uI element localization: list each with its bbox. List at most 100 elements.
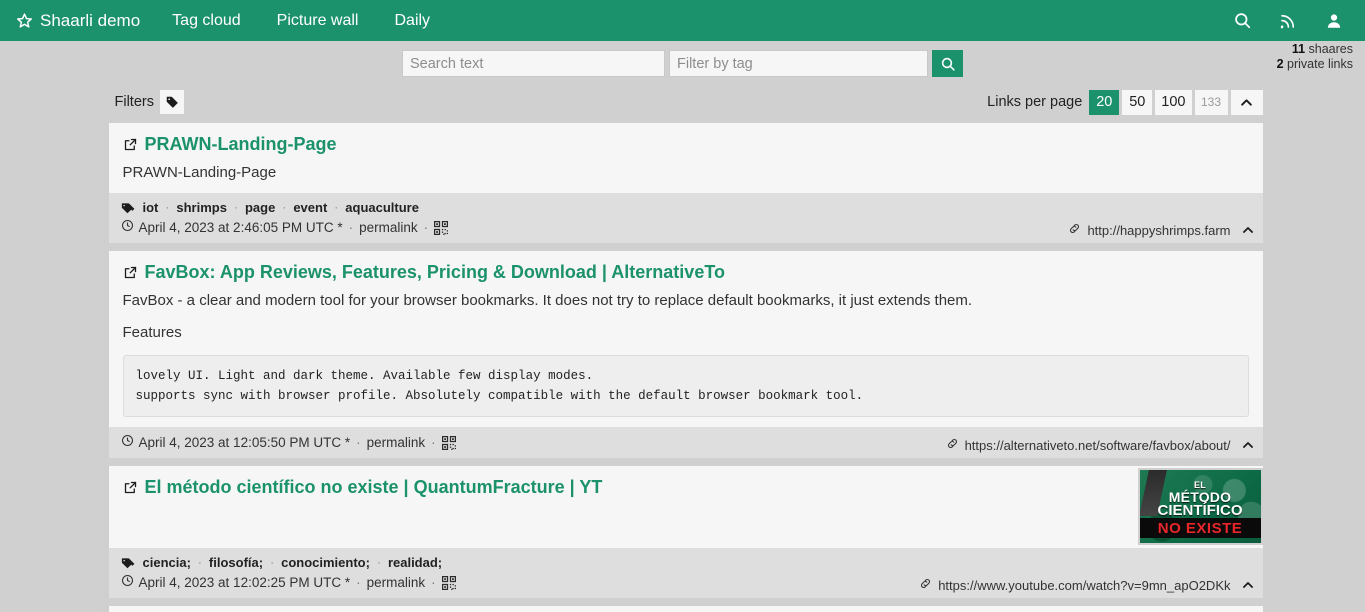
tag-separator: ·: [275, 198, 293, 217]
search-submit-button[interactable]: [932, 50, 963, 77]
nav-daily[interactable]: Daily: [376, 0, 448, 41]
brand-label: Shaarli demo: [40, 11, 140, 31]
link-url[interactable]: https://www.youtube.com/watch?v=9mn_apO2…: [938, 578, 1230, 593]
link-tags: iot · shrimps · page · event · aquacultu…: [121, 198, 1253, 217]
thumbnail-line3: CIENTÍFICO: [1140, 502, 1261, 519]
link-thumbnail[interactable]: EL MÉTODO CIENTÍFICO NO EXISTE: [1138, 468, 1263, 545]
link-title[interactable]: FavBox: App Reviews, Features, Pricing &…: [123, 261, 1249, 285]
link-title[interactable]: El método científico no existe | Quantum…: [123, 476, 1249, 500]
filters-group: Filters: [115, 90, 184, 114]
link-title-text: El método científico no existe | Quantum…: [145, 476, 603, 498]
link-entry: PRAWN-Landing-Page PRAWN-Landing-Page io…: [103, 123, 1263, 243]
separator: ·: [355, 433, 362, 452]
clock-icon: [121, 433, 134, 452]
tag-separator: ·: [327, 198, 345, 217]
link-title-text: PRAWN-Landing-Page: [145, 133, 337, 155]
list-toolbar: Filters Links per page 20 50 100: [103, 87, 1263, 117]
links-per-page-label: Links per page: [987, 94, 1082, 110]
tag-item[interactable]: conocimiento;: [281, 553, 370, 572]
link-code-block: lovely UI. Light and dark theme. Availab…: [123, 355, 1249, 417]
tag-item[interactable]: iot: [143, 198, 159, 217]
link-body: Shaarli demo: [109, 606, 1263, 612]
link-footer: iot · shrimps · page · event · aquacultu…: [109, 193, 1263, 243]
links-per-page-group: Links per page 20 50 100: [987, 90, 1262, 115]
clock-icon: [121, 573, 134, 592]
external-link-icon: [123, 133, 138, 157]
nav-picture-wall[interactable]: Picture wall: [259, 0, 377, 41]
thumbnail-banner: NO EXISTE: [1140, 518, 1261, 538]
rss-icon[interactable]: [1265, 0, 1311, 41]
permalink-link[interactable]: permalink: [367, 433, 426, 452]
permalink-link[interactable]: permalink: [367, 573, 426, 592]
link-body: FavBox: App Reviews, Features, Pricing &…: [109, 251, 1263, 427]
link-url-box: https://www.youtube.com/watch?v=9mn_apO2…: [913, 577, 1254, 593]
top-header: Shaarli demo Tag cloud Picture wall Dail…: [0, 0, 1365, 41]
private-label: private links: [1287, 57, 1353, 71]
link-footer: April 4, 2023 at 12:05:50 PM UTC * · per…: [109, 427, 1263, 458]
links-per-page-custom-input[interactable]: [1195, 90, 1228, 115]
tag-item[interactable]: realidad;: [388, 553, 442, 572]
chevron-up-icon[interactable]: [1237, 578, 1255, 592]
link-url-box: http://happyshrimps.farm: [1062, 222, 1254, 238]
chain-icon: [1068, 222, 1081, 238]
link-description-p2: Features: [123, 323, 1249, 343]
tag-separator: ·: [227, 198, 245, 217]
links-per-page-100[interactable]: 100: [1155, 90, 1191, 115]
link-tags: ciencia; · filosofía; · conocimiento; · …: [121, 553, 1253, 572]
qrcode-icon[interactable]: [442, 576, 456, 590]
tag-separator: ·: [158, 198, 176, 217]
link-url[interactable]: http://happyshrimps.farm: [1087, 223, 1230, 238]
search-icon[interactable]: [1219, 0, 1265, 41]
search-row: [0, 41, 1365, 77]
search-form: [402, 50, 963, 77]
shaares-label: shaares: [1309, 42, 1353, 56]
shaares-count: 11: [1292, 42, 1305, 56]
chevron-up-icon[interactable]: [1237, 438, 1255, 452]
search-input[interactable]: [402, 50, 665, 77]
tag-item[interactable]: event: [293, 198, 327, 217]
private-count-row: 2 private links: [1277, 57, 1353, 72]
tag-item[interactable]: page: [245, 198, 275, 217]
link-body: PRAWN-Landing-Page PRAWN-Landing-Page: [109, 123, 1263, 193]
external-link-icon: [123, 261, 138, 285]
private-count: 2: [1277, 57, 1284, 71]
tag-item[interactable]: ciencia;: [143, 553, 191, 572]
link-url[interactable]: https://alternativeto.net/software/favbo…: [965, 438, 1231, 453]
link-title[interactable]: PRAWN-Landing-Page: [123, 133, 1249, 157]
chain-icon: [919, 577, 932, 593]
header-actions: [1219, 0, 1357, 41]
shaares-count-row: 11 shaares: [1277, 42, 1353, 57]
thumbnail-line4: NO EXISTE: [1158, 520, 1243, 537]
links-per-page-20[interactable]: 20: [1089, 90, 1119, 115]
chevron-up-icon[interactable]: [1237, 223, 1255, 237]
link-description-p1: FavBox - a clear and modern tool for you…: [123, 291, 1249, 311]
qrcode-icon[interactable]: [442, 436, 456, 450]
tag-item[interactable]: shrimps: [176, 198, 227, 217]
nav-tag-cloud[interactable]: Tag cloud: [154, 0, 259, 41]
user-icon[interactable]: [1311, 0, 1357, 41]
link-date: April 4, 2023 at 12:02:25 PM UTC *: [139, 573, 351, 592]
tag-icon: [121, 201, 135, 215]
link-description: PRAWN-Landing-Page: [123, 163, 1249, 183]
tag-icon: [121, 556, 135, 570]
tag-separator: ·: [370, 553, 388, 572]
separator: ·: [430, 573, 437, 592]
tag-separator: ·: [191, 553, 209, 572]
link-entry: Shaarli demo: [103, 606, 1263, 612]
clock-icon: [121, 218, 134, 237]
tag-separator: ·: [263, 553, 281, 572]
link-entry: FavBox: App Reviews, Features, Pricing &…: [103, 251, 1263, 458]
qrcode-icon[interactable]: [434, 221, 448, 235]
tag-item[interactable]: filosofía;: [209, 553, 263, 572]
tag-filter-button[interactable]: [160, 90, 184, 114]
tag-filter-input[interactable]: [669, 50, 928, 77]
brand-link[interactable]: Shaarli demo: [2, 0, 154, 41]
external-link-icon: [123, 476, 138, 500]
thumbnail-image: EL MÉTODO CIENTÍFICO NO EXISTE: [1140, 470, 1261, 543]
filters-label: Filters: [115, 94, 154, 110]
tag-item[interactable]: aquaculture: [345, 198, 419, 217]
links-per-page-50[interactable]: 50: [1122, 90, 1152, 115]
permalink-link[interactable]: permalink: [359, 218, 418, 237]
link-body: El método científico no existe | Quantum…: [109, 466, 1263, 548]
chevron-up-icon[interactable]: [1231, 90, 1263, 115]
